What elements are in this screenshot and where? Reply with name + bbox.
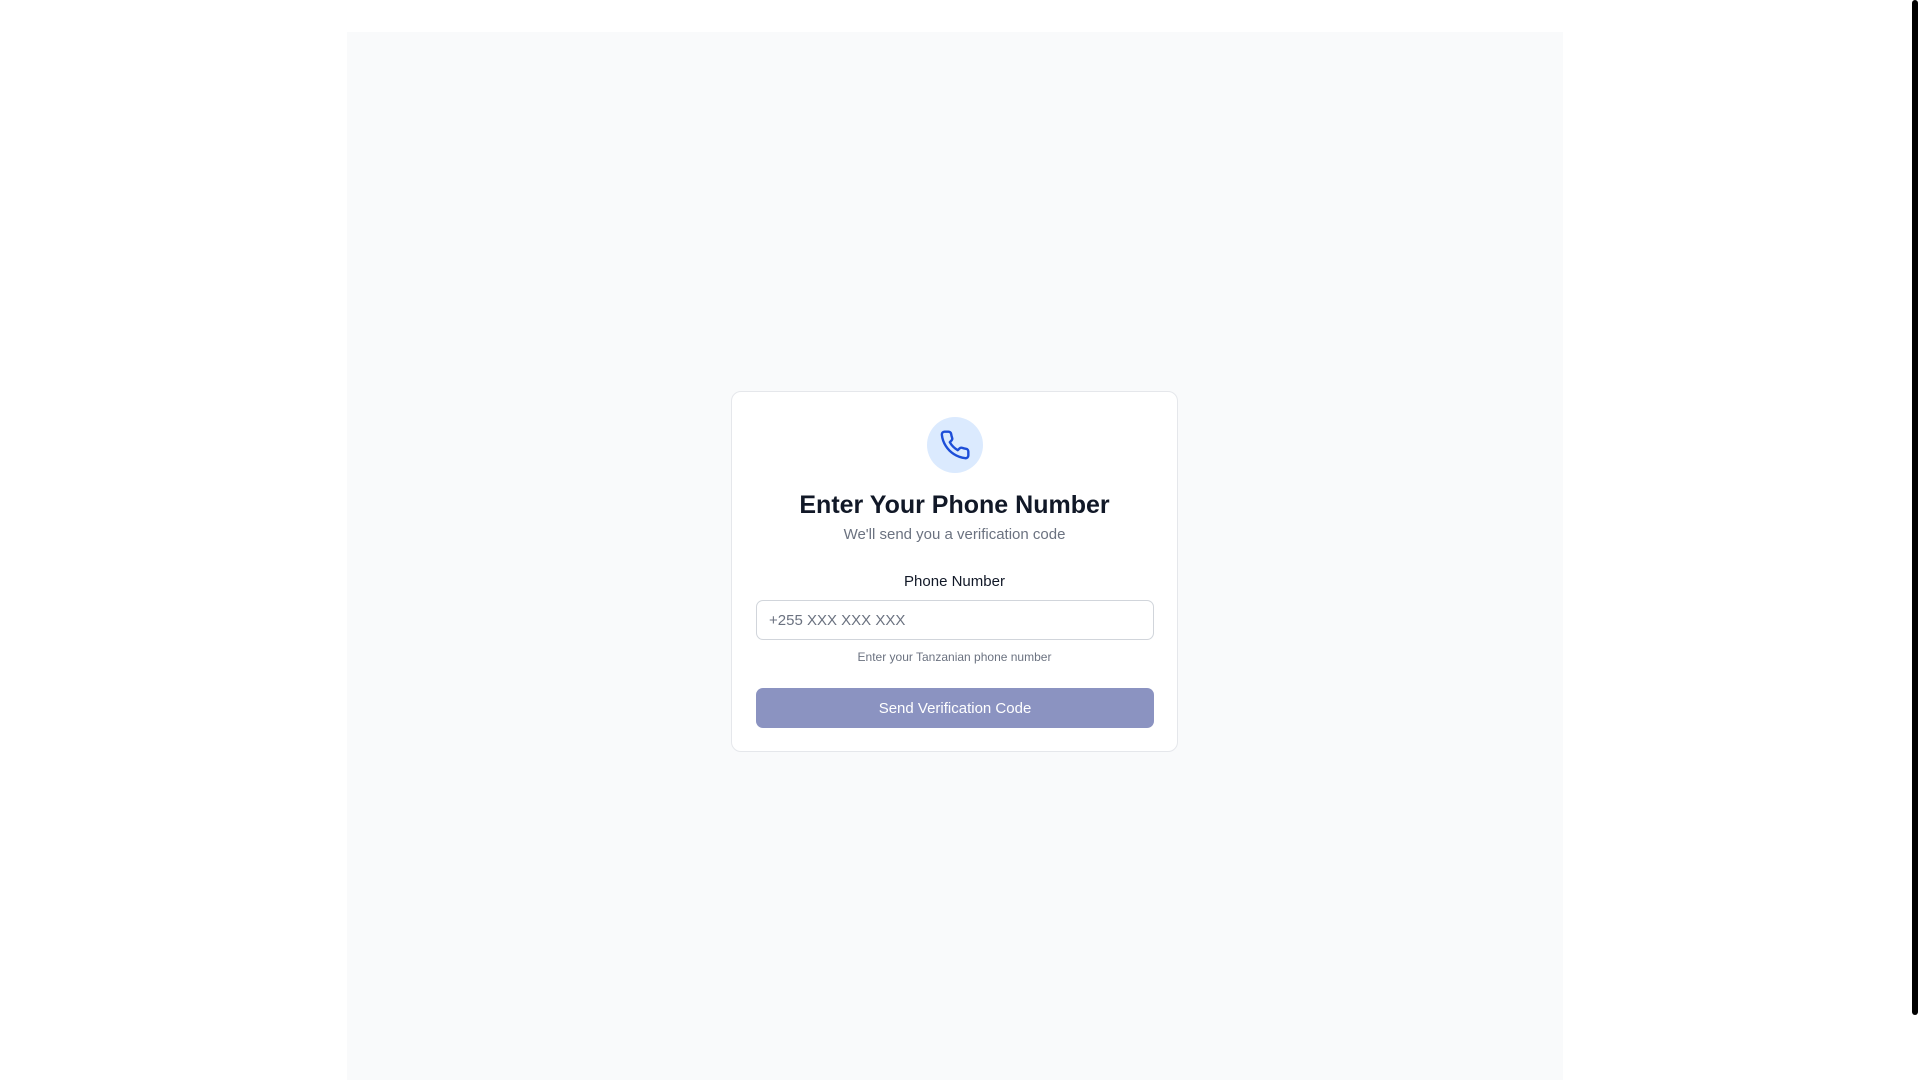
page: Enter Your Phone Number We'll send you a… [0, 0, 1920, 1080]
page-scrollbar[interactable] [1910, 0, 1920, 1080]
phone-number-input[interactable] [756, 600, 1154, 640]
page-subtitle: We'll send you a verification code [843, 526, 1066, 543]
phone-helper-text: Enter your Tanzanian phone number [857, 650, 1052, 664]
phone-number-label: Phone Number [904, 573, 1005, 590]
phone-icon-badge [927, 417, 983, 473]
phone-icon [940, 430, 970, 460]
phone-verification-card: Enter Your Phone Number We'll send you a… [731, 391, 1178, 752]
scrollbar-thumb[interactable] [1912, 0, 1918, 1015]
page-title: Enter Your Phone Number [799, 491, 1110, 519]
send-verification-code-button[interactable]: Send Verification Code [756, 688, 1154, 728]
